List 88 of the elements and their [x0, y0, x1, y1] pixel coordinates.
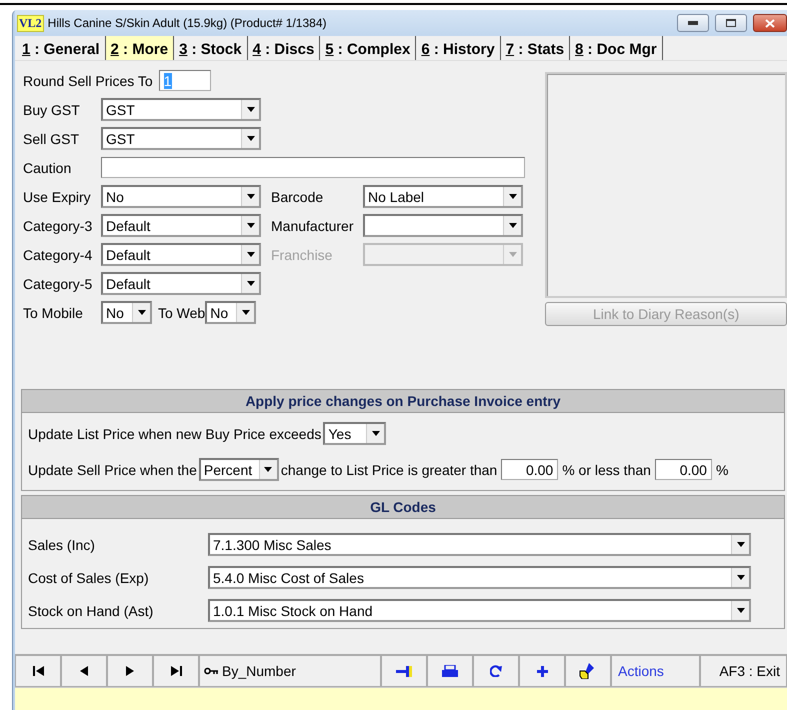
dropdown-arrow-icon [508, 194, 516, 199]
last-button[interactable] [153, 655, 199, 687]
restore-icon [726, 19, 736, 27]
field-label: % or less than [562, 462, 651, 478]
app-logo: VL2 [17, 14, 44, 32]
next-icon [126, 666, 134, 676]
dropdown[interactable]: No [101, 185, 261, 208]
field-label: Cost of Sales (Exp) [28, 570, 150, 586]
field-label: To Web [158, 304, 206, 320]
dropdown-arrow-icon [246, 281, 254, 286]
field-label: Update Sell Price when the [28, 462, 197, 478]
field-label: Buy GST [23, 102, 81, 118]
first-button[interactable] [15, 655, 61, 687]
field-label: Franchise [271, 246, 334, 262]
field-label: Caution [23, 160, 72, 176]
field-label: Category-5 [23, 276, 94, 292]
minimize-icon [688, 21, 698, 25]
dropdown-arrow-icon [736, 542, 744, 547]
field-label: Manufacturer [271, 218, 354, 234]
dropdown[interactable]: GST [101, 98, 261, 121]
field-label: To Mobile [23, 304, 84, 320]
refresh-icon [490, 665, 502, 677]
key-icon [204, 667, 218, 675]
field-label: Round Sell Prices To [23, 72, 153, 88]
dropdown[interactable]: Percent [198, 458, 279, 481]
previous-icon [80, 666, 88, 676]
close-icon [765, 18, 775, 28]
dropdown-arrow-icon [736, 575, 744, 580]
field-label: Category-3 [23, 218, 94, 234]
dropdown[interactable]: No [205, 301, 256, 324]
field-label: Barcode [271, 188, 324, 204]
dropdown[interactable]: No Label [363, 185, 523, 208]
dropdown[interactable]: 1.0.1 Misc Stock on Hand [208, 599, 751, 622]
dropdown[interactable]: No [101, 301, 152, 324]
first-record-icon [32, 666, 44, 676]
dropdown-arrow-icon [246, 107, 254, 112]
hand-pencil-icon [579, 663, 597, 679]
next-button[interactable] [107, 655, 153, 687]
field-label: Sell GST [23, 130, 80, 146]
dropdown-arrow-icon [372, 431, 380, 436]
toolbar-button[interactable] [427, 655, 473, 687]
maximize-button[interactable] [715, 14, 747, 32]
dropdown-arrow-icon [246, 194, 254, 199]
dropdown-arrow-icon [508, 252, 516, 257]
dropdown-arrow-icon [246, 252, 254, 257]
toolbar-button[interactable] [473, 655, 519, 687]
plus-icon [536, 666, 548, 676]
dropdown[interactable]: 5.4.0 Misc Cost of Sales [208, 566, 751, 589]
input-field[interactable]: 0.00 [501, 459, 558, 480]
close-button[interactable] [753, 14, 787, 32]
toolbar-button[interactable] [519, 655, 565, 687]
dropdown[interactable]: Yes [323, 422, 386, 445]
sort-button[interactable]: By_Number [199, 655, 381, 687]
dropdown-arrow-icon [242, 310, 250, 315]
field-label: Use Expiry [23, 188, 92, 204]
dropdown[interactable]: GST [101, 127, 261, 150]
minimize-button[interactable] [677, 14, 709, 32]
toolbar-button[interactable] [381, 655, 427, 687]
dropdown[interactable]: Default [101, 214, 261, 237]
dropdown-arrow-icon [246, 136, 254, 141]
field-label: Category-4 [23, 246, 94, 262]
input-field[interactable] [101, 157, 525, 178]
field-label: Stock on Hand (Ast) [28, 602, 154, 618]
field-label: Update List Price when new Buy Price exceeds [28, 426, 322, 442]
dropdown-arrow-icon [736, 608, 744, 613]
dropdown-arrow-icon [508, 223, 516, 228]
field-label: % [716, 462, 728, 478]
input-field[interactable]: 0.00 [654, 459, 712, 480]
panel-heading: Apply price changes on Purchase Invoice entry [22, 390, 784, 413]
dropdown[interactable]: Default [101, 272, 261, 295]
dropdown[interactable] [363, 214, 523, 237]
dropdown-arrow-icon [138, 310, 146, 315]
last-record-icon [170, 666, 182, 676]
tab[interactable]: 2 : More [106, 36, 174, 60]
dropdown-arrow-icon [264, 467, 272, 472]
field-label: Sales (Inc) [28, 536, 96, 552]
dropdown[interactable]: Default [101, 243, 261, 266]
printer-icon [442, 665, 458, 677]
actions-button[interactable]: Actions [611, 655, 700, 687]
panel-heading: GL Codes [22, 496, 784, 519]
window-title: Hills Canine S/Skin Adult (15.9kg) (Product# 1/1384) [48, 16, 328, 30]
previous-button[interactable] [61, 655, 107, 687]
dropdown[interactable]: 7.1.300 Misc Sales [208, 533, 751, 556]
dropdown-arrow-icon [246, 223, 254, 228]
field-label: change to List Price is greater than [280, 462, 498, 478]
pin-icon [396, 665, 412, 677]
toolbar-button[interactable] [565, 655, 611, 687]
exit-button[interactable]: AF3 : Exit [700, 655, 787, 687]
